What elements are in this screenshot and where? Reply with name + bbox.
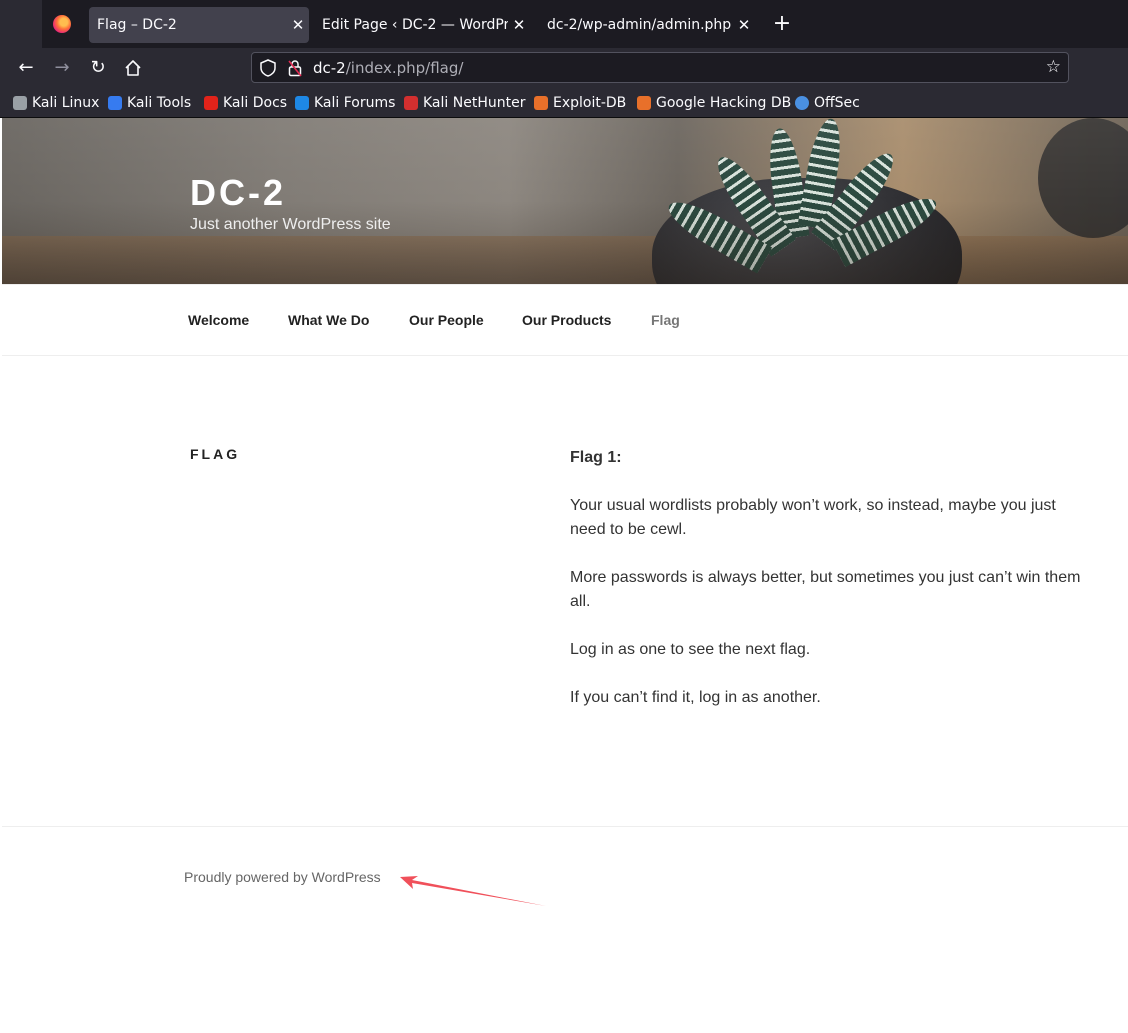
home-icon[interactable]	[121, 56, 145, 80]
ghdb-icon	[637, 96, 651, 110]
site-title[interactable]: DC-2	[190, 172, 286, 214]
bookmark-label: Exploit-DB	[553, 95, 627, 111]
bookmark-google-hacking-db[interactable]: Google Hacking DB	[637, 93, 791, 113]
close-tab-icon[interactable]: ✕	[508, 16, 530, 34]
header-shade	[2, 118, 1128, 284]
annotation-arrow-icon	[400, 876, 546, 906]
menu-item-flag[interactable]: Flag	[651, 312, 680, 328]
bookmark-kali-tools[interactable]: Kali Tools	[108, 93, 191, 113]
close-tab-icon[interactable]: ✕	[733, 16, 755, 34]
tab-title: Flag – DC-2	[97, 17, 177, 33]
footer-wordpress-link[interactable]: Proudly powered by WordPress	[184, 869, 381, 885]
new-tab-button[interactable]: +	[770, 12, 794, 36]
menu-item-what-we-do[interactable]: What We Do	[288, 312, 369, 328]
navigation-toolbar: ← → ↻ dc-2/index.php/flag/ ☆	[0, 48, 1128, 88]
back-arrow-icon[interactable]: ←	[14, 56, 38, 80]
bookmark-label: Kali NetHunter	[423, 95, 526, 111]
forward-arrow-icon[interactable]: →	[50, 56, 74, 80]
menu-item-our-people[interactable]: Our People	[409, 312, 484, 328]
bookmark-kali-forums[interactable]: Kali Forums	[295, 93, 395, 113]
kali-tools-icon	[108, 96, 122, 110]
insecure-lock-icon[interactable]	[288, 59, 302, 77]
url-text[interactable]: dc-2/index.php/flag/	[313, 59, 463, 77]
bookmark-exploit-db[interactable]: Exploit-DB	[534, 93, 626, 113]
bookmark-star-icon[interactable]: ☆	[1046, 57, 1061, 77]
flag-heading: Flag 1:	[570, 449, 622, 466]
url-path: /index.php/flag/	[345, 59, 464, 77]
bookmarks-toolbar: Kali Linux Kali Tools Kali Docs Kali For…	[0, 88, 1128, 118]
header-image	[2, 118, 1128, 284]
content-paragraph: Log in as one to see the next flag.	[570, 641, 811, 658]
content-paragraph: Your usual wordlists probably won’t work…	[570, 497, 1056, 538]
tab-admin[interactable]: dc-2/wp-admin/admin.php ✕	[539, 7, 755, 43]
bookmark-kali-docs[interactable]: Kali Docs	[204, 93, 287, 113]
address-bar[interactable]: dc-2/index.php/flag/ ☆	[251, 52, 1069, 83]
window-corner	[0, 0, 42, 48]
kali-forums-icon	[295, 96, 309, 110]
primary-menu: Welcome What We Do Our People Our Produc…	[2, 284, 1128, 356]
footer-divider	[2, 826, 1128, 827]
kali-nethunter-icon	[404, 96, 418, 110]
tab-strip: Flag – DC-2 ✕ Edit Page ‹ DC-2 — WordPre…	[0, 0, 1128, 48]
bookmark-label: Kali Tools	[127, 95, 192, 111]
site-tagline: Just another WordPress site	[190, 216, 391, 233]
tab-title: Edit Page ‹ DC-2 — WordPress	[322, 17, 508, 33]
url-host: dc-2	[313, 59, 346, 77]
bookmark-kali-linux[interactable]: Kali Linux	[13, 93, 99, 113]
bookmark-label: OffSec	[814, 95, 860, 111]
firefox-menu-icon[interactable]	[53, 15, 71, 33]
content-paragraph: If you can’t find it, log in as another.	[570, 689, 821, 706]
tracking-shield-icon[interactable]	[260, 59, 276, 77]
tab-flag[interactable]: Flag – DC-2 ✕	[89, 7, 309, 43]
menu-item-our-products[interactable]: Our Products	[522, 312, 611, 328]
kali-docs-icon	[204, 96, 218, 110]
content-paragraph: More passwords is always better, but som…	[570, 569, 1081, 610]
page-content: Flag 1: Your usual wordlists probably wo…	[570, 446, 1090, 734]
bookmark-label: Kali Forums	[314, 95, 396, 111]
bookmark-offsec[interactable]: OffSec	[795, 93, 860, 113]
close-tab-icon[interactable]: ✕	[287, 16, 309, 34]
offsec-icon	[795, 96, 809, 110]
tab-title: dc-2/wp-admin/admin.php	[547, 17, 732, 33]
page-title: FLAG	[190, 446, 241, 462]
kali-dragon-icon	[13, 96, 27, 110]
bookmark-label: Kali Docs	[223, 95, 288, 111]
reload-icon[interactable]: ↻	[86, 56, 110, 80]
bookmark-label: Google Hacking DB	[656, 95, 792, 111]
bookmark-kali-nethunter[interactable]: Kali NetHunter	[404, 93, 525, 113]
bookmark-label: Kali Linux	[32, 95, 100, 111]
exploit-db-icon	[534, 96, 548, 110]
tab-edit-page[interactable]: Edit Page ‹ DC-2 — WordPress ✕	[314, 7, 530, 43]
menu-item-welcome[interactable]: Welcome	[188, 312, 249, 328]
